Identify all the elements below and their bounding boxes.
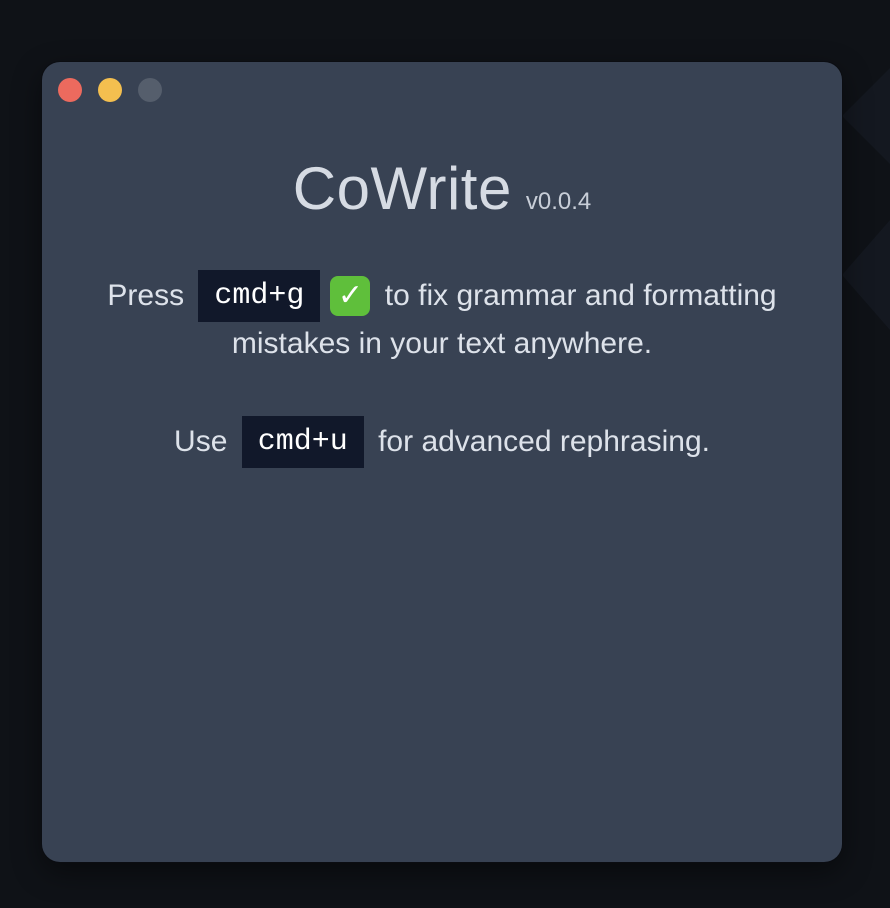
version-label: v0.0.4 xyxy=(525,188,592,215)
window-controls xyxy=(58,78,162,102)
fix-grammar-text: to fix grammar and formatting xyxy=(384,279,777,312)
shortcut-grammar-key: cmd+g xyxy=(198,270,321,322)
zoom-window-button[interactable] xyxy=(138,78,162,102)
instruction-line-1: Press cmd+g ✓ to fix grammar and formatti… xyxy=(42,270,842,322)
app-window: CoWrite v0.0.4 Press cmd+g ✓ to fix gramma… xyxy=(42,62,842,862)
instruction-line-2: mistakes in your text anywhere. xyxy=(42,326,842,361)
use-label: Use xyxy=(174,425,228,458)
instruction-line-3: Use cmd+u for advanced rephrasing. xyxy=(42,416,842,468)
check-icon: ✓ xyxy=(330,276,371,316)
mistakes-text: mistakes in your text anywhere. xyxy=(231,327,653,361)
title-row: CoWrite v0.0.4 xyxy=(42,154,842,223)
rephrasing-text: for advanced rephrasing. xyxy=(378,425,710,458)
minimize-window-button[interactable] xyxy=(98,78,122,102)
close-window-button[interactable] xyxy=(58,78,82,102)
app-title: CoWrite xyxy=(292,155,512,222)
shortcut-rephrase-key: cmd+u xyxy=(241,416,364,468)
press-label: Press xyxy=(107,279,185,312)
